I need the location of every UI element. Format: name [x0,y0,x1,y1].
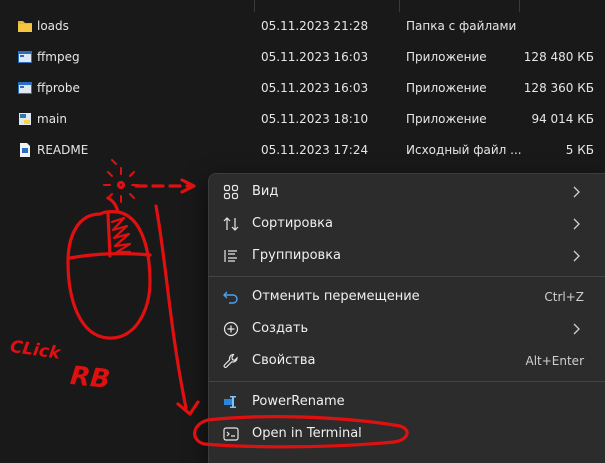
chevron-right-icon [573,218,580,230]
powerrename-icon [224,396,236,408]
menu-item-undo[interactable]: Отменить перемещение Ctrl+Z [209,281,605,313]
menu-item-label: Создать [252,321,309,336]
right-button-scribble [110,216,132,254]
click-spark [116,180,126,190]
menu-item-sort[interactable]: Сортировка [209,208,605,240]
context-menu: Вид Сортировка Группировка Отменить пере… [208,173,605,463]
menu-item-label: Вид [252,184,279,199]
exe-icon [18,82,32,94]
file-row-readme[interactable]: README 05.11.2023 17:24 Исходный файл ..… [0,134,605,165]
shortcut-label: Alt+Enter [525,354,584,368]
sort-arrows-icon [223,217,239,231]
file-name: ffprobe [37,81,80,95]
file-name: loads [37,19,69,33]
file-type: Исходный файл ... [406,143,522,157]
file-size: 128 480 КБ [523,50,594,64]
python-exe-icon [19,113,31,125]
curved-arrow [154,204,188,410]
annotation-text-click: CLick [9,337,63,364]
file-name: ffmpeg [37,50,80,64]
file-size: 94 014 КБ [531,112,594,126]
file-row-main[interactable]: main 05.11.2023 18:10 Приложение 94 014 … [0,103,605,134]
click-spark-lines [103,159,139,203]
menu-item-label: PowerRename [252,394,345,409]
file-size: 5 КБ [565,143,594,157]
file-size: 128 360 КБ [523,81,594,95]
chevron-right-icon [573,323,580,335]
menu-item-label: Open in Terminal [252,426,362,441]
menu-item-create[interactable]: Создать [209,313,605,345]
dashed-arrow-head [180,178,196,194]
menu-item-powerrename[interactable]: PowerRename [209,386,605,418]
menu-item-open-in-terminal[interactable]: Open in Terminal [209,418,605,450]
document-icon [20,143,30,157]
file-type: Приложение [406,112,487,126]
file-row-ffmpeg[interactable]: ffmpeg 05.11.2023 16:03 Приложение 128 4… [0,41,605,72]
mouse-center-line [106,212,112,258]
curved-arrow-head [176,400,200,416]
file-date: 05.11.2023 17:24 [261,143,369,157]
file-type: Папка с файлами [406,19,517,33]
shortcut-label: Ctrl+Z [544,290,584,304]
folder-icon [18,21,32,32]
group-list-icon [224,250,237,262]
mouse-divider [68,251,152,260]
grid-icon [223,184,239,200]
menu-item-label: Свойства [252,353,316,368]
undo-icon [223,291,238,304]
exe-icon [18,51,32,63]
menu-item-group[interactable]: Группировка [209,240,605,272]
file-name: main [37,112,67,126]
chevron-right-icon [573,250,580,262]
plus-circle-icon [223,321,239,337]
menu-item-label: Отменить перемещение [252,289,420,304]
wrench-icon [223,353,238,368]
file-type: Приложение [406,50,487,64]
menu-separator [209,276,605,277]
file-date: 05.11.2023 16:03 [261,50,369,64]
file-date: 05.11.2023 16:03 [261,81,369,95]
menu-item-label: Сортировка [252,216,333,231]
menu-separator [209,381,605,382]
mouse-cable [106,196,120,214]
menu-item-view[interactable]: Вид [209,176,605,208]
mouse-drawing [66,210,152,340]
file-type: Приложение [406,81,487,95]
chevron-right-icon [573,186,580,198]
file-row-ffprobe[interactable]: ffprobe 05.11.2023 16:03 Приложение 128 … [0,72,605,103]
terminal-icon [223,427,239,441]
file-name: README [37,143,89,157]
file-row-loads[interactable]: loads 05.11.2023 21:28 Папка с файлами [0,10,605,41]
file-date: 05.11.2023 18:10 [261,112,369,126]
menu-item-properties[interactable]: Свойства Alt+Enter [209,345,605,377]
menu-item-label: Группировка [252,248,342,263]
file-date: 05.11.2023 21:28 [261,19,369,33]
annotation-text-rb: RB [69,361,112,395]
